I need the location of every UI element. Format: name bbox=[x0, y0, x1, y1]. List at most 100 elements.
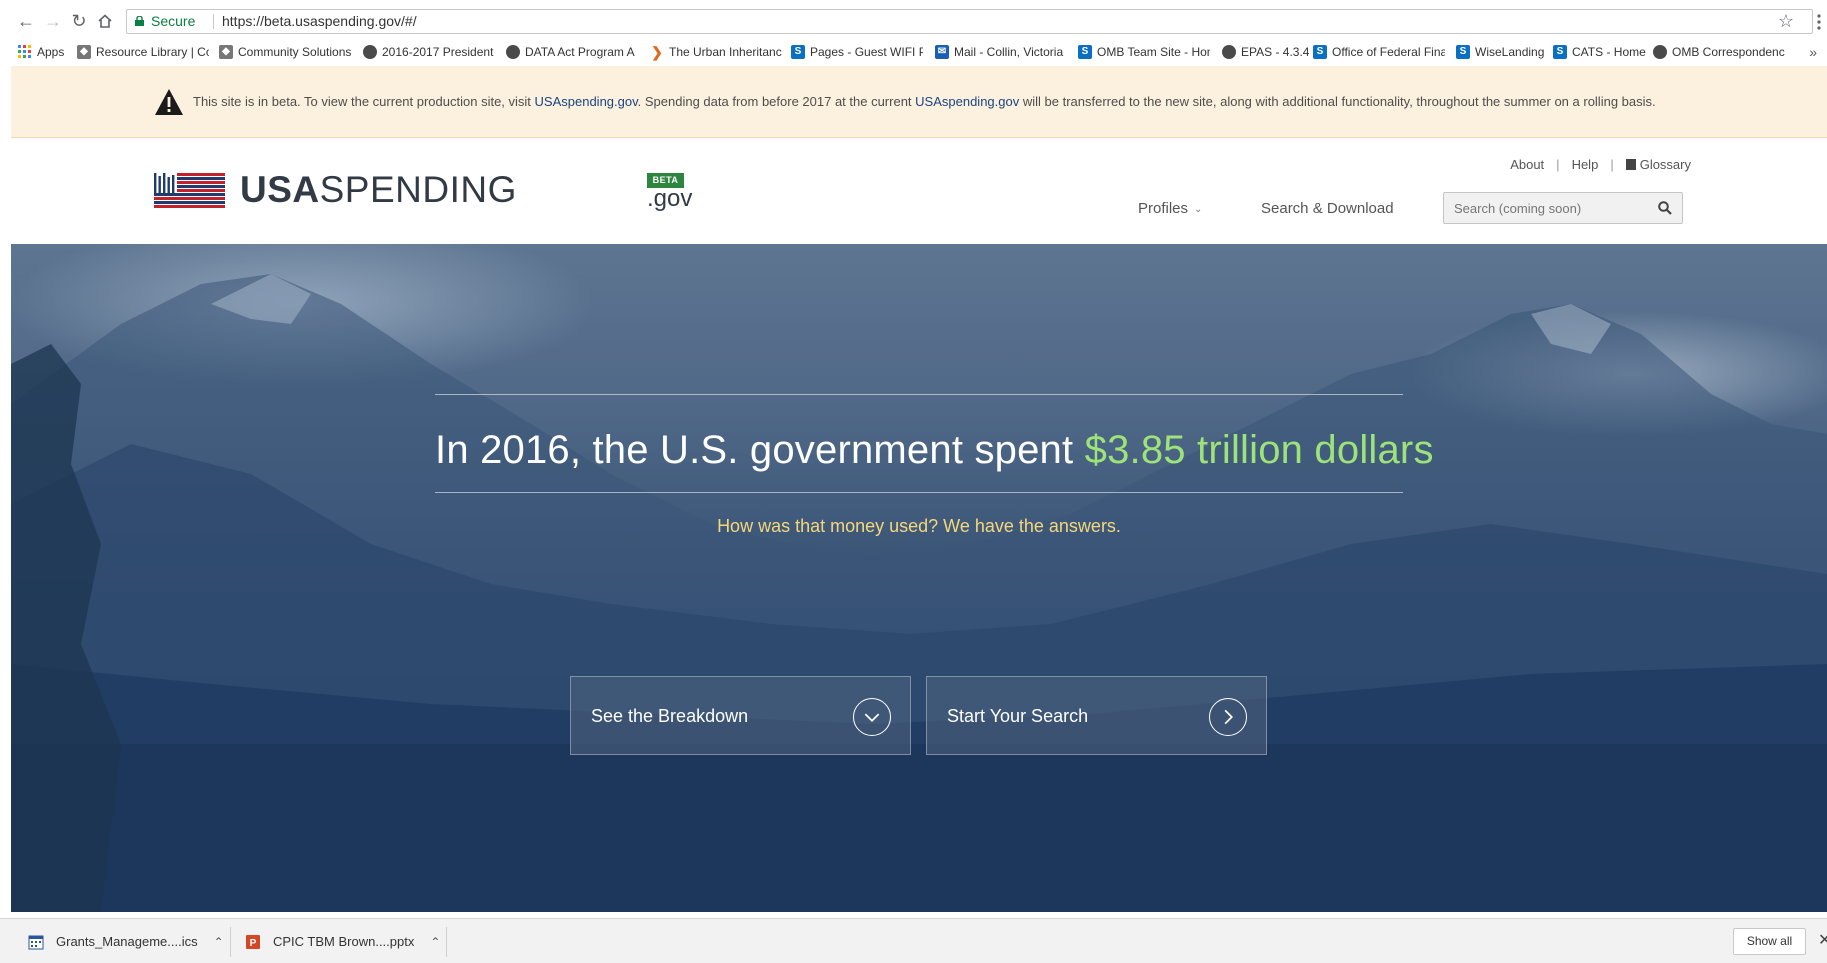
reload-icon[interactable]: ↻ bbox=[68, 10, 90, 32]
globe-icon bbox=[506, 45, 520, 59]
browser-toolbar: ← → ↻ Secure https://beta.usaspending.go… bbox=[0, 0, 1827, 40]
bookmark-presidential[interactable]: 2016-2017 President bbox=[363, 43, 495, 61]
sharepoint-icon: S bbox=[1553, 45, 1567, 59]
util-divider: | bbox=[1610, 157, 1614, 172]
bookmark-label: EPAS - 4.3.4 bbox=[1241, 45, 1310, 59]
download-item[interactable]: P CPIC TBM Brown....pptx ⌃ bbox=[245, 919, 440, 963]
lock-icon bbox=[135, 16, 144, 26]
logo-spending: SPENDING bbox=[319, 169, 517, 210]
bookmark-label: Apps bbox=[37, 45, 65, 59]
book-icon bbox=[1625, 159, 1636, 170]
production-site-link[interactable]: USAspending.gov bbox=[535, 94, 638, 109]
community-icon: ◆ bbox=[219, 45, 233, 59]
mountain-background-image bbox=[11, 274, 1827, 912]
powerpoint-file-icon: P bbox=[246, 934, 260, 949]
omnibox-divider bbox=[213, 14, 214, 29]
usaspending-logo[interactable]: USASPENDING BETA .gov bbox=[154, 169, 692, 219]
address-bar[interactable]: Secure https://beta.usaspending.gov/#/ ☆ bbox=[126, 9, 1813, 34]
sharepoint-icon: S bbox=[1456, 45, 1470, 59]
warning-icon bbox=[155, 89, 183, 115]
see-breakdown-button[interactable]: See the Breakdown bbox=[570, 676, 911, 755]
bookmark-label: Mail - Collin, Victoria bbox=[954, 45, 1064, 59]
more-bookmarks-button[interactable]: » bbox=[1809, 43, 1817, 61]
banner-text-mid: . Spending data from before 2017 at the … bbox=[637, 94, 916, 109]
bookmark-label: Community Solutions bbox=[238, 45, 351, 59]
site-search-box bbox=[1443, 192, 1683, 224]
utility-links: About | Help | Glossary bbox=[1510, 157, 1691, 172]
logo-gov: .gov bbox=[647, 185, 693, 212]
glossary-label: Glossary bbox=[1639, 157, 1691, 172]
svg-text:P: P bbox=[250, 938, 257, 949]
home-icon[interactable] bbox=[94, 10, 116, 32]
bookmarks-bar: Apps ◆ Resource Library | Co ◆ Community… bbox=[0, 40, 1827, 66]
globe-icon bbox=[1653, 45, 1667, 59]
globe-icon bbox=[1222, 45, 1236, 59]
logo-usa: USA bbox=[240, 169, 320, 210]
bookmark-label: The Urban Inheritanc bbox=[669, 45, 782, 59]
chevron-up-icon[interactable]: ⌃ bbox=[214, 935, 224, 949]
bookmark-resource-library[interactable]: ◆ Resource Library | Co bbox=[77, 43, 209, 61]
sharepoint-icon: S bbox=[1078, 45, 1092, 59]
hero-subtitle: How was that money used? We have the ans… bbox=[717, 516, 1121, 536]
download-item[interactable]: Grants_Manageme....ics ⌃ bbox=[28, 919, 224, 963]
chevron-up-icon[interactable]: ⌃ bbox=[430, 935, 440, 949]
nav-profiles[interactable]: Profiles ⌄ bbox=[1138, 200, 1202, 217]
util-divider: | bbox=[1556, 157, 1560, 172]
back-arrow-icon[interactable]: ← bbox=[15, 10, 37, 32]
bookmark-label: OMB Correspondenc bbox=[1672, 45, 1785, 59]
show-all-downloads-button[interactable]: Show all bbox=[1733, 928, 1806, 955]
download-divider bbox=[230, 927, 231, 957]
about-link[interactable]: About bbox=[1510, 157, 1544, 172]
hero-bottom-rule bbox=[435, 492, 1403, 493]
spending-amount: $3.85 trillion dollars bbox=[1084, 428, 1434, 472]
help-link[interactable]: Help bbox=[1572, 157, 1599, 172]
glossary-link[interactable]: Glossary bbox=[1625, 157, 1691, 172]
sharepoint-icon: S bbox=[1313, 45, 1327, 59]
bookmark-label: DATA Act Program A bbox=[525, 45, 635, 59]
sharepoint-icon: S bbox=[791, 45, 805, 59]
bookmark-cats-home[interactable]: S CATS - Home bbox=[1553, 43, 1649, 61]
bookmark-wiselanding[interactable]: S WiseLanding bbox=[1456, 43, 1546, 61]
bookmark-label: Office of Federal Fina bbox=[1332, 45, 1445, 59]
downloads-bar: Grants_Manageme....ics ⌃ P CPIC TBM Brow… bbox=[0, 918, 1827, 963]
nav-search-download[interactable]: Search & Download bbox=[1261, 200, 1394, 217]
download-filename: Grants_Manageme....ics bbox=[56, 934, 198, 949]
bookmark-mail[interactable]: ✉ Mail - Collin, Victoria bbox=[935, 43, 1067, 61]
forward-arrow-icon[interactable]: → bbox=[42, 10, 64, 32]
search-icon[interactable] bbox=[1658, 201, 1672, 215]
bookmark-label: 2016-2017 President bbox=[382, 45, 494, 59]
site-search-input[interactable] bbox=[1444, 193, 1654, 223]
bookmark-label: WiseLanding bbox=[1475, 45, 1545, 59]
calendar-file-icon bbox=[28, 935, 44, 949]
hero-headline-text: In 2016, the U.S. government spent bbox=[435, 428, 1085, 472]
download-divider bbox=[446, 927, 447, 957]
web-page: This site is in beta. To view the curren… bbox=[11, 66, 1827, 912]
close-icon[interactable]: ✕ bbox=[1818, 930, 1827, 950]
current-site-link[interactable]: USAspending.gov bbox=[915, 94, 1019, 109]
hero-top-rule bbox=[435, 394, 1403, 395]
bookmark-star-icon[interactable]: ☆ bbox=[1778, 10, 1794, 33]
bookmark-omb-correspondence[interactable]: OMB Correspondenc bbox=[1653, 43, 1787, 61]
bookmark-epas[interactable]: EPAS - 4.3.4 bbox=[1222, 43, 1314, 61]
bookmark-apps[interactable]: Apps bbox=[18, 43, 68, 61]
nav-profiles-label: Profiles bbox=[1138, 200, 1189, 217]
chevron-right-circle-icon bbox=[1209, 698, 1247, 736]
bookmark-community-solutions[interactable]: ◆ Community Solutions bbox=[219, 43, 351, 61]
banner-text-post: will be transferred to the new site, alo… bbox=[1019, 94, 1656, 109]
bookmark-label: Resource Library | Co bbox=[96, 45, 209, 59]
hero-section: In 2016, the U.S. government spent $3.85… bbox=[11, 244, 1827, 912]
bookmark-omb-team-site[interactable]: S OMB Team Site - Hon bbox=[1078, 43, 1210, 61]
url-text[interactable]: https://beta.usaspending.gov/#/ bbox=[222, 10, 417, 33]
bookmark-urban-inheritance[interactable]: ❯ The Urban Inheritanc bbox=[650, 43, 782, 61]
chevron-icon: ❯ bbox=[651, 44, 663, 60]
bookmark-guest-wifi[interactable]: S Pages - Guest WIFI P bbox=[791, 43, 923, 61]
bookmark-office-federal-finance[interactable]: S Office of Federal Fina bbox=[1313, 43, 1445, 61]
start-search-button[interactable]: Start Your Search bbox=[926, 676, 1267, 755]
banner-text-pre: This site is in beta. To view the curren… bbox=[193, 94, 535, 109]
flag-logo-icon bbox=[154, 173, 225, 208]
beta-notice-text: This site is in beta. To view the curren… bbox=[193, 94, 1656, 109]
bookmark-data-act[interactable]: DATA Act Program A bbox=[506, 43, 638, 61]
site-header: USASPENDING BETA .gov About | Help | Glo… bbox=[11, 139, 1827, 244]
browser-menu-icon[interactable] bbox=[1817, 14, 1821, 30]
hero-headline: In 2016, the U.S. government spent $3.85… bbox=[435, 428, 1433, 473]
